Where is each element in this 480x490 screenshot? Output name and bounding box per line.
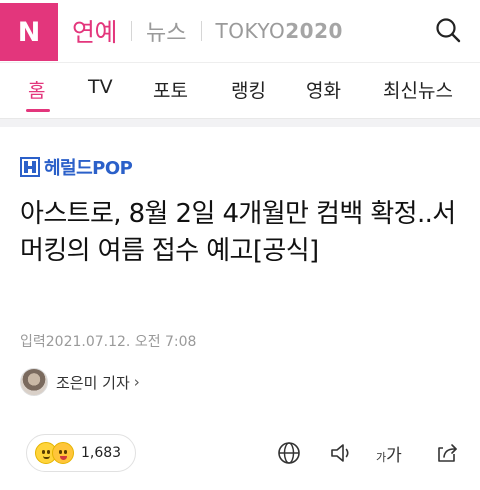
- search-icon[interactable]: [434, 16, 462, 44]
- section-divider: [0, 118, 480, 127]
- olympics-year: 2020: [285, 19, 343, 43]
- reporter-name: 조은미 기자: [56, 373, 130, 392]
- article-title: 아스트로, 8월 2일 4개월만 컴백 확정..서머킹의 여름 접수 예고[공식…: [20, 199, 456, 266]
- naver-logo[interactable]: N: [0, 3, 58, 61]
- tab-tv[interactable]: TV: [88, 76, 113, 98]
- tab-home[interactable]: 홈: [28, 76, 45, 103]
- font-size-button[interactable]: 가가: [376, 441, 402, 466]
- tab-movie[interactable]: 영화: [306, 76, 341, 103]
- avatar: [20, 368, 48, 396]
- font-size-large-label: 가: [386, 446, 402, 466]
- section-title[interactable]: 연예: [72, 13, 118, 49]
- herald-logo-icon: [20, 157, 40, 177]
- divider: [200, 21, 202, 41]
- font-size-small-label: 가: [376, 451, 387, 464]
- press-logo[interactable]: 헤럴드POP: [20, 154, 133, 180]
- tokyo-label: TOKYO: [215, 19, 286, 43]
- tokyo-2020-link[interactable]: TOKYO2020: [216, 19, 343, 43]
- reaction-button[interactable]: 1,683: [26, 434, 137, 472]
- active-tab-indicator: [26, 109, 50, 112]
- chevron-right-icon: ›: [133, 373, 140, 391]
- reaction-count: 1,683: [81, 445, 122, 461]
- reporter-link[interactable]: 조은미 기자 ›: [20, 368, 140, 396]
- speaker-icon[interactable]: [328, 440, 354, 466]
- top-bar: N 연예 뉴스 TOKYO2020: [0, 0, 480, 62]
- press-name: 헤럴드POP: [44, 158, 133, 179]
- happy-emoji-icon: [52, 442, 74, 464]
- share-icon[interactable]: [434, 440, 460, 466]
- tab-photo[interactable]: 포토: [153, 76, 188, 103]
- tab-bar: 홈 TV 포토 랭킹 영화 최신뉴스: [0, 63, 480, 115]
- tab-latest-news[interactable]: 최신뉴스: [383, 76, 453, 103]
- news-link[interactable]: 뉴스: [146, 15, 186, 47]
- tab-ranking[interactable]: 랭킹: [231, 76, 266, 103]
- globe-icon[interactable]: [276, 440, 302, 466]
- article-date: 입력2021.07.12. 오전 7:08: [20, 334, 197, 350]
- divider: [131, 21, 133, 41]
